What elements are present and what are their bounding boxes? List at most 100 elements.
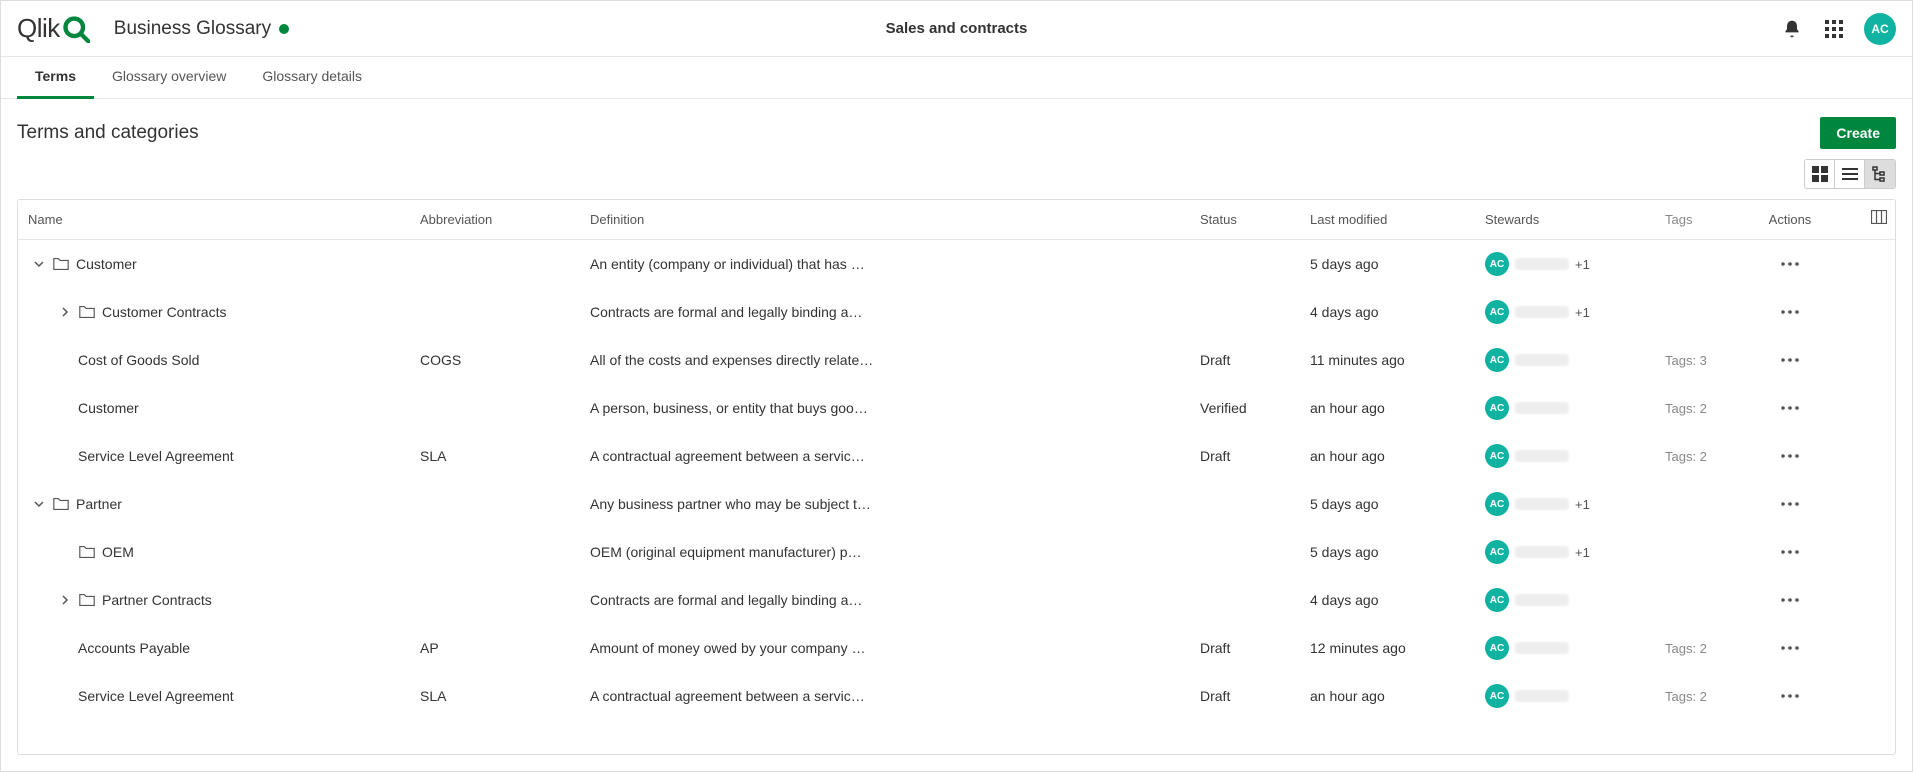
- more-horizontal-icon: [1781, 694, 1799, 698]
- steward-avatar: AC: [1485, 444, 1509, 468]
- chevron-down-icon: [34, 259, 44, 269]
- folder-icon-wrap: [78, 303, 96, 321]
- steward-name-redacted: [1515, 690, 1569, 702]
- cell-stewards: AC: [1475, 588, 1655, 612]
- row-more-button[interactable]: [1775, 444, 1805, 468]
- cell-actions: [1755, 396, 1825, 420]
- row-name-text: Cost of Goods Sold: [78, 352, 199, 368]
- cell-name: Service Level Agreement: [18, 688, 410, 704]
- row-more-button[interactable]: [1775, 396, 1805, 420]
- cell-name: Cost of Goods Sold: [18, 352, 410, 368]
- table-row[interactable]: CustomerA person, business, or entity th…: [18, 384, 1895, 432]
- row-more-button[interactable]: [1775, 348, 1805, 372]
- folder-icon-wrap: [52, 255, 70, 273]
- cell-definition: All of the costs and expenses directly r…: [580, 352, 1190, 368]
- table-row[interactable]: Service Level AgreementSLAA contractual …: [18, 672, 1895, 720]
- column-settings-button[interactable]: [1871, 210, 1887, 224]
- cell-actions: [1755, 636, 1825, 660]
- cell-tags: Tags: 3: [1655, 353, 1755, 368]
- steward-avatar: AC: [1485, 252, 1509, 276]
- cell-stewards: AC +1: [1475, 540, 1655, 564]
- col-header-last-modified[interactable]: Last modified: [1300, 212, 1475, 227]
- apps-button[interactable]: [1822, 17, 1846, 41]
- cell-abbreviation: SLA: [410, 448, 580, 464]
- table-row[interactable]: Accounts PayableAPAmount of money owed b…: [18, 624, 1895, 672]
- row-more-button[interactable]: [1775, 684, 1805, 708]
- row-more-button[interactable]: [1775, 636, 1805, 660]
- tab-terms[interactable]: Terms: [17, 57, 94, 99]
- cell-abbreviation: AP: [410, 640, 580, 656]
- topbar-right: AC: [1780, 13, 1896, 45]
- table-row[interactable]: Partner ContractsContracts are formal an…: [18, 576, 1895, 624]
- expand-toggle[interactable]: [58, 305, 72, 319]
- tab-label: Glossary overview: [112, 68, 226, 84]
- steward-name-redacted: [1515, 642, 1569, 654]
- view-grid-button[interactable]: [1805, 160, 1835, 188]
- row-more-button[interactable]: [1775, 300, 1805, 324]
- cell-status: Draft: [1190, 688, 1300, 704]
- steward-avatar: AC: [1485, 348, 1509, 372]
- tab-glossary-overview[interactable]: Glossary overview: [94, 57, 244, 99]
- folder-icon-wrap: [78, 543, 96, 561]
- row-name-text: Service Level Agreement: [78, 448, 234, 464]
- cell-stewards: AC+1: [1475, 492, 1655, 516]
- row-more-button[interactable]: [1775, 540, 1805, 564]
- row-more-button[interactable]: [1775, 252, 1805, 276]
- cell-name: Accounts Payable: [18, 640, 410, 656]
- table-row[interactable]: Customer ContractsContracts are formal a…: [18, 288, 1895, 336]
- notifications-button[interactable]: [1780, 17, 1804, 41]
- steward-avatar: AC: [1485, 540, 1509, 564]
- steward-extra-count: +1: [1575, 497, 1590, 512]
- cell-last-modified: 5 days ago: [1300, 544, 1475, 560]
- steward-avatar: AC: [1485, 636, 1509, 660]
- chevron-down-icon: [34, 499, 44, 509]
- expand-toggle[interactable]: [32, 497, 46, 511]
- create-button[interactable]: Create: [1820, 117, 1896, 149]
- expand-toggle: [58, 689, 72, 703]
- cell-tags: Tags: 2: [1655, 401, 1755, 416]
- cell-status: Draft: [1190, 352, 1300, 368]
- more-horizontal-icon: [1781, 262, 1799, 266]
- table-row[interactable]: OEM OEM (original equipment manufacturer)…: [18, 528, 1895, 576]
- cell-last-modified: 5 days ago: [1300, 496, 1475, 512]
- view-tree-button[interactable]: [1865, 160, 1895, 188]
- document-title: Sales and contracts: [886, 20, 1028, 37]
- steward-name-redacted: [1515, 450, 1569, 462]
- row-name-text: Partner: [76, 496, 122, 512]
- tab-glossary-details[interactable]: Glossary details: [244, 57, 380, 99]
- cell-stewards: AC: [1475, 684, 1655, 708]
- cell-stewards: AC: [1475, 444, 1655, 468]
- col-header-actions[interactable]: Actions: [1755, 212, 1825, 227]
- table-row[interactable]: CustomerAn entity (company or individual…: [18, 240, 1895, 288]
- cell-actions: [1755, 300, 1825, 324]
- col-header-abbreviation[interactable]: Abbreviation: [410, 212, 580, 227]
- cell-stewards: AC: [1475, 348, 1655, 372]
- col-header-tags[interactable]: Tags: [1655, 212, 1755, 227]
- app-title-wrap: Business Glossary: [114, 18, 289, 40]
- expand-toggle[interactable]: [32, 257, 46, 271]
- col-header-status[interactable]: Status: [1190, 212, 1300, 227]
- expand-toggle[interactable]: [58, 593, 72, 607]
- row-name-text: OEM: [102, 544, 134, 560]
- table-row[interactable]: PartnerAny business partner who may be s…: [18, 480, 1895, 528]
- user-avatar[interactable]: AC: [1864, 13, 1896, 45]
- col-header-stewards[interactable]: Stewards: [1475, 212, 1655, 227]
- cell-actions: [1755, 684, 1825, 708]
- row-more-button[interactable]: [1775, 588, 1805, 612]
- cell-definition: A contractual agreement between a servic…: [580, 448, 1190, 464]
- col-header-name[interactable]: Name: [18, 212, 410, 227]
- cell-last-modified: 5 days ago: [1300, 256, 1475, 272]
- col-header-definition[interactable]: Definition: [580, 212, 1190, 227]
- more-horizontal-icon: [1781, 454, 1799, 458]
- view-list-button[interactable]: [1835, 160, 1865, 188]
- cell-last-modified: 4 days ago: [1300, 592, 1475, 608]
- product-logo[interactable]: Qlik: [17, 13, 90, 44]
- cell-name: OEM: [18, 543, 410, 561]
- table-row[interactable]: Service Level Agreement SLAA contractual …: [18, 432, 1895, 480]
- row-more-button[interactable]: [1775, 492, 1805, 516]
- cell-definition: OEM (original equipment manufacturer) p…: [580, 544, 1190, 560]
- steward-extra-count: +1: [1575, 545, 1590, 560]
- bell-icon: [1782, 19, 1802, 39]
- table-row[interactable]: Cost of Goods SoldCOGSAll of the costs a…: [18, 336, 1895, 384]
- cell-actions: [1755, 252, 1825, 276]
